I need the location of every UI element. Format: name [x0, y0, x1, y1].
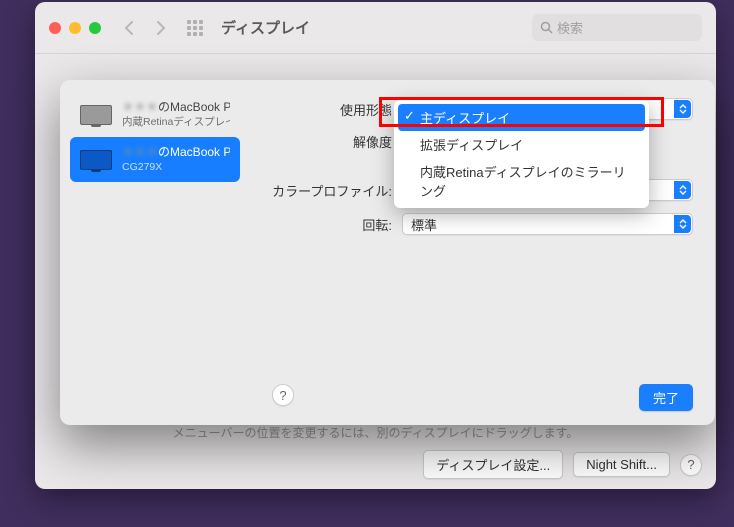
night-shift-button[interactable]: Night Shift... [573, 452, 670, 477]
done-button[interactable]: 完了 [639, 384, 693, 411]
resolution-label: 解像度 [272, 132, 402, 151]
display-settings-button[interactable]: ディスプレイ設定... [423, 450, 563, 479]
bottom-bar: ディスプレイ設定... Night Shift... ? [423, 450, 702, 479]
popup-option-main[interactable]: 主ディスプレイ [398, 104, 645, 131]
help-button[interactable]: ? [680, 454, 702, 476]
window-title: ディスプレイ [221, 17, 310, 38]
show-all-icon[interactable] [187, 20, 203, 36]
updown-icon [674, 215, 691, 233]
search-icon [540, 21, 553, 34]
rotation-label: 回転: [272, 215, 402, 234]
display-name: ＊＊＊のMacBook Pro [122, 145, 230, 161]
zoom-icon[interactable] [89, 22, 101, 34]
popup-option-mirror[interactable]: 内蔵Retinaディスプレイのミラーリング [394, 158, 649, 204]
search-placeholder: 検索 [557, 18, 583, 37]
display-sub: 内蔵Retinaディスプレイ [122, 116, 230, 130]
display-item-external[interactable]: ＊＊＊のMacBook Pro CG279X [70, 137, 240, 182]
display-name: ＊＊＊のMacBook Pro [122, 100, 230, 116]
toolbar: ディスプレイ 検索 [35, 2, 716, 54]
usage-popup: 主ディスプレイ 拡張ディスプレイ 内蔵Retinaディスプレイのミラーリング [394, 100, 649, 208]
display-thumb-icon [80, 105, 112, 125]
close-icon[interactable] [49, 22, 61, 34]
display-item-builtin[interactable]: ＊＊＊のMacBook Pro 内蔵Retinaディスプレイ [70, 92, 240, 137]
sheet-help-button[interactable]: ? [272, 384, 294, 406]
popup-option-extend[interactable]: 拡張ディスプレイ [394, 131, 649, 158]
usage-label: 使用形態 [272, 100, 402, 119]
minimize-icon[interactable] [69, 22, 81, 34]
profile-label: カラープロファイル: [272, 181, 402, 200]
traffic-lights [49, 22, 101, 34]
display-list: ＊＊＊のMacBook Pro 内蔵Retinaディスプレイ ＊＊＊のMacBo… [60, 80, 250, 425]
arrangement-hint: メニューバーの位置を変更するには、別のディスプレイにドラッグします。 [35, 424, 716, 441]
updown-icon [674, 100, 691, 118]
back-button[interactable] [117, 16, 141, 40]
search-input[interactable]: 検索 [532, 14, 702, 41]
rotation-select[interactable]: 標準 [402, 213, 693, 235]
updown-icon [674, 181, 691, 199]
display-thumb-icon [80, 150, 112, 170]
display-sub: CG279X [122, 161, 230, 175]
forward-button[interactable] [149, 16, 173, 40]
